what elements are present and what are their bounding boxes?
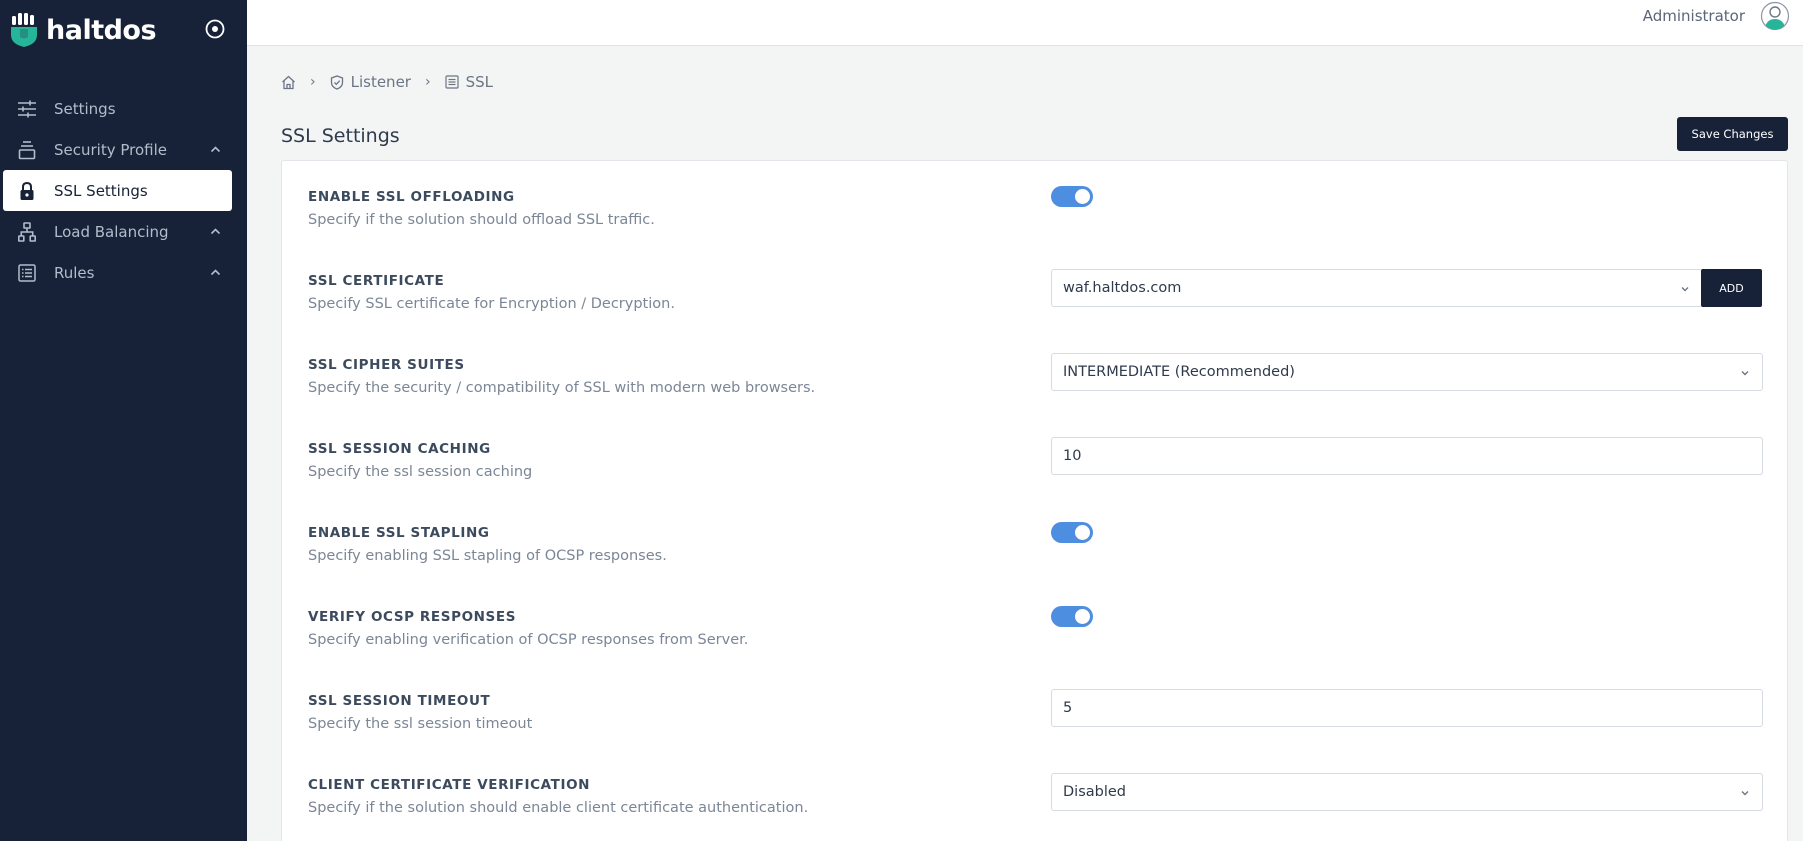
chevron-down-icon [1741, 371, 1749, 376]
setting-label: SSL SESSION CACHING [308, 441, 491, 457]
setting-label: ENABLE SSL OFFLOADING [308, 189, 515, 205]
setting-label: VERIFY OCSP RESPONSES [308, 609, 517, 625]
chevron-up-icon [210, 269, 221, 276]
setting-label: CLIENT CERTIFICATE VERIFICATION [308, 777, 591, 793]
setting-row-ssl-session-caching: SSL SESSION CACHING Specify the ssl sess… [282, 413, 1787, 497]
chevron-down-icon [1681, 287, 1689, 292]
sitemap-icon [17, 221, 37, 242]
sidebar-nav: Settings Security Profile SSL Settings L… [0, 88, 247, 293]
input-value: 5 [1063, 700, 1073, 716]
breadcrumb: › Listener › SSL [281, 73, 493, 91]
top-header: Administrator [247, 0, 1803, 46]
page-title: SSL Settings [281, 125, 400, 147]
sidebar-item-label: Settings [54, 99, 116, 118]
sidebar-item-label: SSL Settings [54, 181, 148, 200]
setting-row-ssl-stapling: ENABLE SSL STAPLING Specify enabling SSL… [282, 497, 1787, 581]
breadcrumb-label: Listener [350, 73, 411, 91]
setting-label: SSL CIPHER SUITES [308, 357, 465, 373]
select-value: INTERMEDIATE (Recommended) [1063, 364, 1295, 380]
sidebar-item-label: Load Balancing [54, 222, 169, 241]
home-icon [282, 75, 295, 89]
breadcrumb-home[interactable] [281, 75, 296, 90]
setting-description: Specify the security / compatibility of … [308, 380, 816, 396]
input-value: 10 [1063, 448, 1082, 464]
toggle-knob [1075, 189, 1090, 204]
ssl-session-timeout-input[interactable]: 5 [1051, 689, 1763, 727]
setting-label: SSL SESSION TIMEOUT [308, 693, 491, 709]
sidebar-item-settings[interactable]: Settings [0, 88, 247, 129]
setting-label: ENABLE SSL STAPLING [308, 525, 490, 541]
chevron-up-icon [210, 228, 221, 235]
toggle-knob [1075, 609, 1090, 624]
ssl-stapling-toggle[interactable] [1051, 522, 1093, 543]
brand-logo[interactable]: haltdos [10, 12, 157, 48]
user-name[interactable]: Administrator [1643, 7, 1745, 25]
setting-description: Specify if the solution should enable cl… [308, 800, 809, 816]
setting-description: Specify if the solution should offload S… [308, 212, 655, 228]
sidebar-item-rules[interactable]: Rules [0, 252, 247, 293]
sidebar-item-label: Rules [54, 263, 95, 282]
breadcrumb-separator: › [424, 74, 431, 90]
sidebar-item-security-profile[interactable]: Security Profile [0, 129, 247, 170]
ssl-cipher-suites-select[interactable]: INTERMEDIATE (Recommended) [1051, 353, 1763, 391]
settings-card: ENABLE SSL OFFLOADING Specify if the sol… [281, 160, 1788, 841]
setting-label: SSL CERTIFICATE [308, 273, 445, 289]
sidebar-item-load-balancing[interactable]: Load Balancing [0, 211, 247, 252]
sidebar-item-label: Security Profile [54, 140, 168, 159]
ssl-session-caching-input[interactable]: 10 [1051, 437, 1763, 475]
setting-description: Specify SSL certificate for Encryption /… [308, 296, 675, 312]
layers-icon [17, 140, 37, 160]
verify-ocsp-toggle[interactable] [1051, 606, 1093, 627]
toggle-knob [1075, 525, 1090, 540]
target-icon[interactable] [203, 17, 227, 41]
setting-description: Specify the ssl session timeout [308, 716, 533, 732]
setting-row-ssl-session-timeout: SSL SESSION TIMEOUT Specify the ssl sess… [282, 665, 1787, 749]
chevron-up-icon [210, 146, 221, 153]
save-changes-button[interactable]: Save Changes [1677, 117, 1788, 151]
breadcrumb-label: SSL [465, 73, 493, 91]
ssl-certificate-select[interactable]: waf.haltdos.com [1051, 269, 1703, 307]
select-value: Disabled [1063, 784, 1126, 800]
breadcrumb-separator: › [310, 74, 316, 90]
select-value: waf.haltdos.com [1063, 280, 1182, 296]
setting-row-ssl-offloading: ENABLE SSL OFFLOADING Specify if the sol… [282, 161, 1787, 245]
ssl-offloading-toggle[interactable] [1051, 186, 1093, 207]
sidebar: haltdos Settings Security Profile SSL Se… [0, 0, 247, 841]
breadcrumb-listener[interactable]: Listener [330, 73, 411, 91]
client-certificate-verification-select[interactable]: Disabled [1051, 773, 1763, 811]
haltdos-logo-icon [11, 13, 37, 47]
setting-description: Specify the ssl session caching [308, 464, 533, 480]
add-certificate-button[interactable]: ADD [1701, 269, 1762, 307]
lock-icon [17, 181, 37, 201]
setting-description: Specify enabling SSL stapling of OCSP re… [308, 548, 667, 564]
brand-name: haltdos [46, 14, 157, 46]
shield-icon [330, 74, 343, 90]
setting-description: Specify enabling verification of OCSP re… [308, 632, 749, 648]
setting-row-ssl-certificate: SSL CERTIFICATE Specify SSL certificate … [282, 245, 1787, 329]
setting-row-client-certificate-verification: CLIENT CERTIFICATE VERIFICATION Specify … [282, 749, 1787, 833]
list-icon [444, 75, 459, 89]
avatar-icon[interactable] [1760, 1, 1790, 31]
list-icon [17, 263, 37, 283]
sidebar-item-ssl-settings[interactable]: SSL Settings [3, 170, 232, 211]
chevron-down-icon [1741, 791, 1749, 796]
setting-row-verify-ocsp: VERIFY OCSP RESPONSES Specify enabling v… [282, 581, 1787, 665]
sliders-icon [17, 99, 37, 119]
breadcrumb-ssl[interactable]: SSL [444, 73, 493, 91]
setting-row-ssl-cipher-suites: SSL CIPHER SUITES Specify the security /… [282, 329, 1787, 413]
